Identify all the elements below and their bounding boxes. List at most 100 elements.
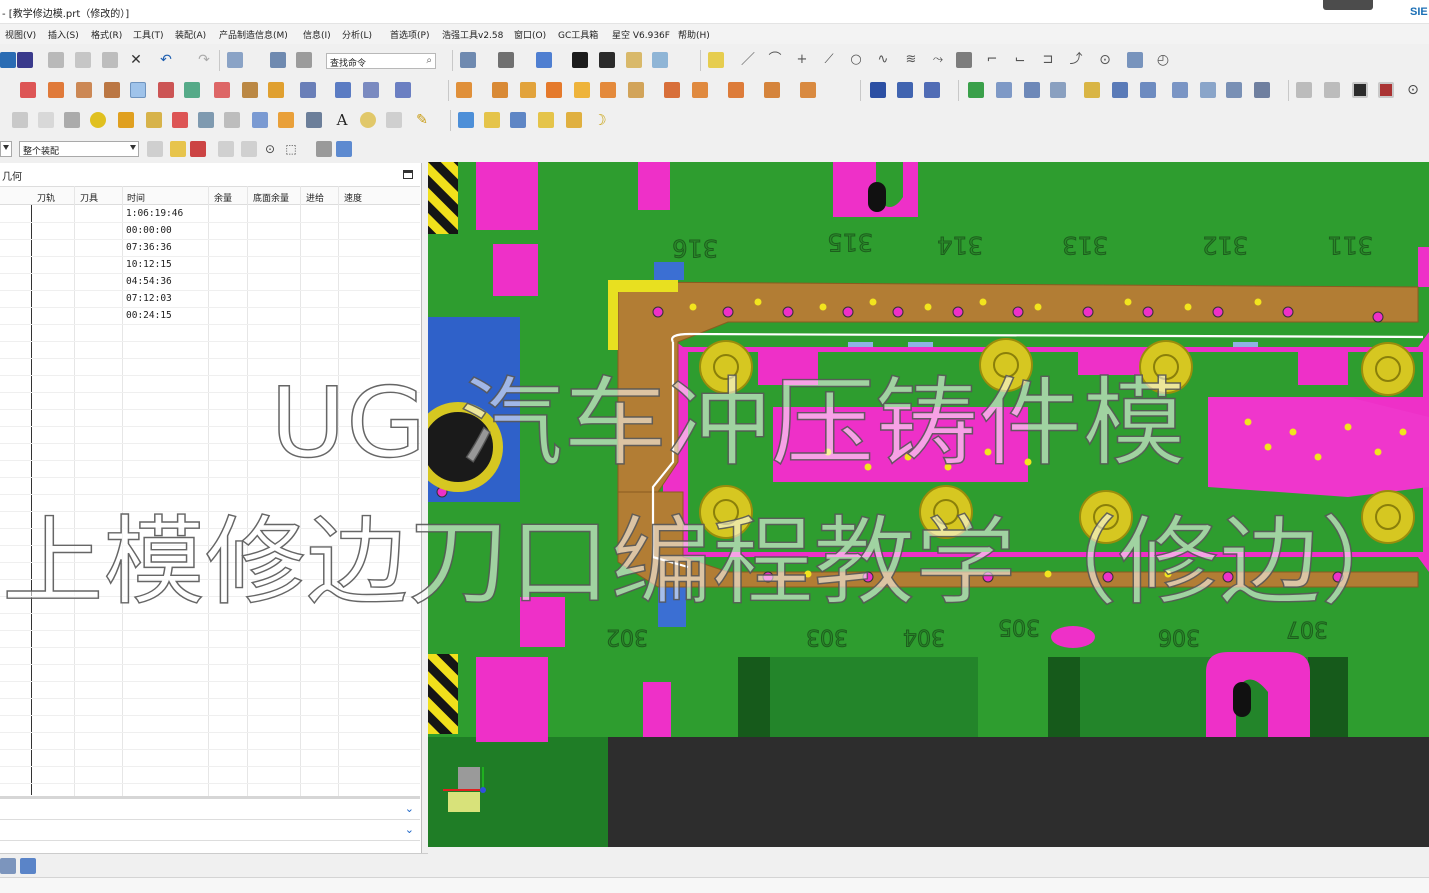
postprocess-icon[interactable] [300,82,316,98]
column-speed[interactable]: 速度 [344,191,362,204]
column-tool[interactable]: 刀具 [80,191,98,204]
align-icon[interactable] [1296,82,1312,98]
verify-toolpath-icon[interactable] [184,82,200,98]
screen-icon[interactable] [1112,82,1128,98]
create-tool-icon[interactable] [48,82,64,98]
menu-insert[interactable]: 插入(S) [48,28,79,41]
table-icon[interactable] [566,112,582,128]
maximize-icon[interactable] [403,170,413,179]
drill-icon[interactable] [600,82,616,98]
graphics-viewport[interactable]: 316 315 314 313 312 311 302 303 304 305 … [428,162,1429,847]
rest-mill-icon[interactable] [800,82,816,98]
snap-mid-icon[interactable] [218,141,234,157]
operation-time[interactable]: 00:24:15 [126,310,172,321]
sphere-icon[interactable] [360,112,376,128]
corner-icon[interactable]: ⊐ [1040,52,1056,68]
spline-icon[interactable]: ∿ [875,52,891,68]
create-operation-icon[interactable] [130,82,146,98]
join-icon[interactable]: ⤴ [1068,52,1084,68]
line-icon[interactable]: ／ [740,52,756,68]
contour-profile-icon[interactable] [664,82,680,98]
chamfer-icon[interactable] [172,112,188,128]
details-panel[interactable]: ⌄ [0,821,420,841]
move-component-icon[interactable] [510,112,526,128]
pattern-icon[interactable] [386,112,402,128]
chevron-down-icon[interactable]: ⌄ [405,802,414,815]
shell-icon[interactable] [306,112,322,128]
path-display-icon[interactable] [924,82,940,98]
circle-icon[interactable]: ○ [848,52,864,68]
flowcut-icon[interactable] [628,82,644,98]
menu-haoqiang-tools[interactable]: 浩强工具v2.58 [442,28,503,41]
copy-icon[interactable] [75,52,91,68]
menu-preferences[interactable]: 首选项(P) [390,28,429,41]
column-toolpath[interactable]: 刀轨 [37,191,55,204]
edit-object-icon[interactable] [270,52,286,68]
grid-icon[interactable] [956,52,972,68]
command-search-input[interactable]: 查找命令 ⌕ [326,53,436,69]
planar-mill-icon[interactable] [546,82,562,98]
operation-time[interactable]: 04:54:36 [126,276,172,287]
snap-center-icon[interactable]: ⊙ [262,141,278,157]
create-method-icon[interactable] [104,82,120,98]
menu-window[interactable]: 窗口(O) [514,28,546,41]
cut-icon[interactable] [48,52,64,68]
undo-icon[interactable]: ↶ [158,52,174,68]
polyline-icon[interactable]: ⟋ [821,52,837,68]
reference-icon[interactable]: ⊙ [1405,82,1421,98]
open-icon[interactable] [0,52,16,68]
operation-time[interactable]: 00:00:00 [126,225,172,236]
plane-icon[interactable] [38,112,54,128]
brush-icon[interactable]: ✎ [414,112,430,128]
offset-curve-icon[interactable]: ≋ [903,52,919,68]
open-folder-icon[interactable] [484,112,500,128]
trim-curve-icon[interactable]: ⌐ [984,52,1000,68]
fixed-contour-icon[interactable] [520,82,536,98]
flag-icon[interactable] [1084,82,1100,98]
shop-doc-icon[interactable] [335,82,351,98]
moon-icon[interactable]: ☽ [592,112,608,128]
dependencies-panel[interactable]: ⌄ [0,800,420,820]
simulate-icon[interactable] [268,82,284,98]
dimension-icon[interactable] [1324,82,1340,98]
layer-icon[interactable] [198,112,214,128]
part-navigator-icon[interactable] [20,858,36,874]
replay-toolpath-icon[interactable] [214,82,230,98]
menu-view[interactable]: 视图(V) [5,28,36,41]
rectangle-select-icon[interactable]: ⬚ [283,141,299,157]
menu-xingkong[interactable]: 星空 V6.936F [612,28,670,41]
menu-gc-toolbox[interactable]: GC工具箱 [558,28,598,41]
project-curve-icon[interactable]: ⤳ [930,52,946,68]
output-cls-icon[interactable] [363,82,379,98]
streamline-icon[interactable] [692,82,708,98]
column-floor-stock[interactable]: 底面余量 [253,191,289,204]
panel-splitter[interactable] [0,796,420,799]
assembly-navigator-icon[interactable] [0,858,16,874]
solid-icon[interactable] [252,112,268,128]
machine-tool-view-icon[interactable] [996,82,1012,98]
point-icon[interactable]: + [794,52,810,68]
operation-time[interactable]: 10:12:15 [126,259,172,270]
scope-dropdown[interactable]: 整个装配 [19,141,139,157]
operation-time[interactable]: 07:12:03 [126,293,172,304]
clip-view-icon[interactable] [1378,82,1394,98]
type-filter-dropdown[interactable] [0,141,12,157]
feature-nav-icon[interactable] [395,82,411,98]
create-geometry-icon[interactable] [76,82,92,98]
create-program-icon[interactable] [20,82,36,98]
background-icon[interactable] [626,52,642,68]
area-mill-icon[interactable] [728,82,744,98]
layers-icon[interactable] [458,112,474,128]
operation-time[interactable]: 1:06:19:46 [126,208,183,219]
snap-point-icon[interactable] [170,141,186,157]
report-icon[interactable] [1140,82,1156,98]
extend-curve-icon[interactable]: ⌙ [1012,52,1028,68]
arc-icon[interactable]: ⌒ [767,52,783,68]
operation-time[interactable]: 07:36:36 [126,242,172,253]
tool-path-list-icon[interactable] [1200,82,1216,98]
save-icon[interactable] [17,52,33,68]
assembly-tool-icon[interactable] [1127,52,1143,68]
generate-toolpath-icon[interactable] [158,82,174,98]
copy-display-icon[interactable] [296,52,312,68]
part-select-icon[interactable] [336,141,352,157]
